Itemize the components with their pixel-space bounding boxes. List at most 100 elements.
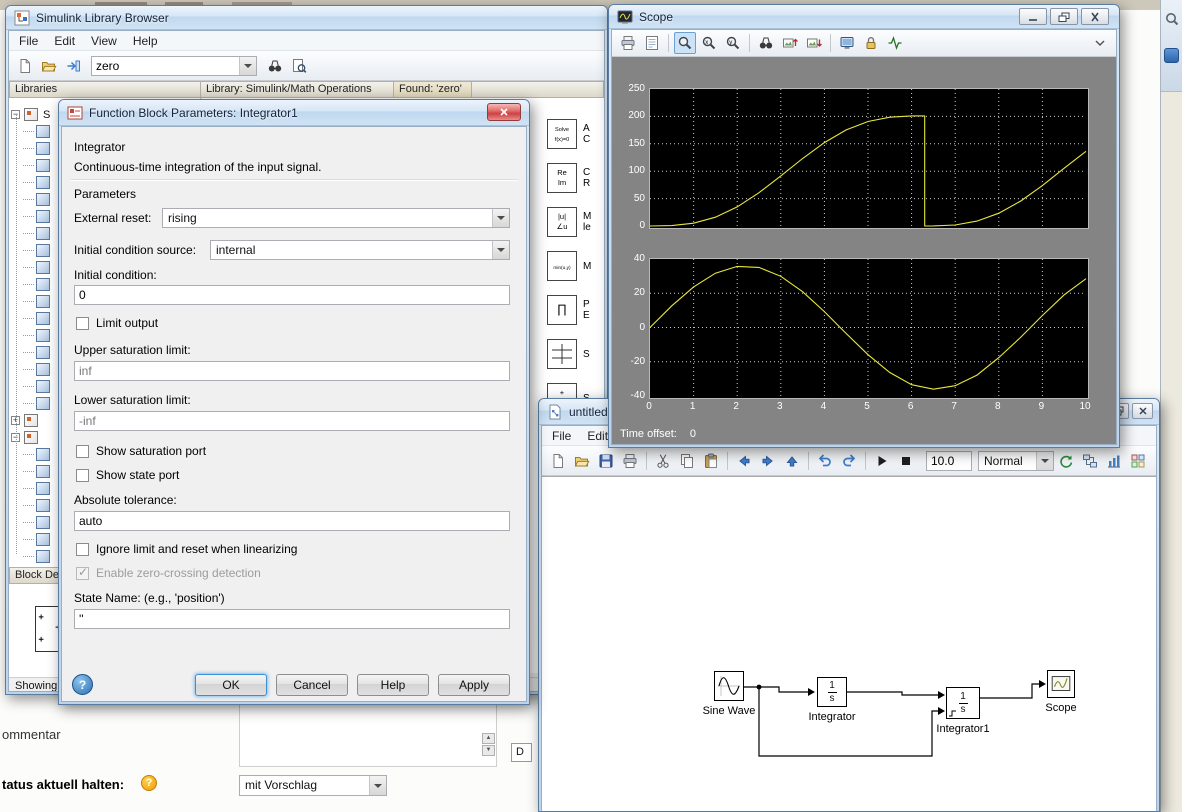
- block-integrator1[interactable]: 1s: [946, 687, 980, 719]
- zoom-icon[interactable]: [674, 32, 696, 54]
- app-icon[interactable]: [1164, 48, 1179, 63]
- block-scope[interactable]: [1047, 670, 1075, 698]
- dropdown-arrow-icon[interactable]: [239, 56, 256, 75]
- chart-icon[interactable]: [1103, 450, 1125, 472]
- scope-plot-area: Time offset: 0 0 50 100 150 200 250 -40 -20 0 20 4…: [612, 57, 1116, 444]
- save-view-icon[interactable]: [779, 32, 801, 54]
- lower-saturation-input[interactable]: [74, 411, 510, 431]
- undo-icon[interactable]: [814, 450, 836, 472]
- absolute-tolerance-input[interactable]: [74, 511, 510, 531]
- state-name-input[interactable]: [74, 609, 510, 629]
- library-browser-titlebar[interactable]: Simulink Library Browser: [6, 6, 607, 30]
- dropdown-arrow-icon[interactable]: [492, 209, 509, 227]
- redo-icon[interactable]: [838, 450, 860, 472]
- back-icon[interactable]: [733, 450, 755, 472]
- sim-mode-select[interactable]: Normal: [978, 450, 1054, 471]
- help-button[interactable]: Help: [357, 674, 429, 696]
- stop-icon[interactable]: [895, 450, 917, 472]
- cancel-button[interactable]: Cancel: [276, 674, 348, 696]
- forward-icon[interactable]: [757, 450, 779, 472]
- open-model-icon[interactable]: [571, 450, 593, 472]
- paste-icon[interactable]: [700, 450, 722, 472]
- run-icon[interactable]: [871, 450, 893, 472]
- up-icon[interactable]: [781, 450, 803, 472]
- block-sine-wave[interactable]: [714, 671, 744, 701]
- menu-help[interactable]: Help: [125, 32, 166, 50]
- new-model-icon[interactable]: [547, 450, 569, 472]
- initial-condition-source-select[interactable]: internal: [210, 240, 510, 260]
- library-browser-icon[interactable]: [1127, 450, 1149, 472]
- cut-icon[interactable]: [652, 450, 674, 472]
- signal-trigger-icon[interactable]: [884, 32, 906, 54]
- dropdown-arrow-icon[interactable]: [492, 241, 509, 259]
- zoom-y-icon[interactable]: y: [722, 32, 744, 54]
- scroll-down-icon[interactable]: ▼: [482, 745, 495, 756]
- model-explorer-icon[interactable]: [1079, 450, 1101, 472]
- save-icon[interactable]: [595, 450, 617, 472]
- open-model-icon[interactable]: [38, 55, 60, 77]
- parameters-heading: Parameters: [74, 187, 137, 201]
- restore-view-icon[interactable]: [803, 32, 825, 54]
- dropdown-arrow-icon[interactable]: [1036, 451, 1053, 470]
- search-combobox[interactable]: [91, 55, 257, 76]
- menu-file[interactable]: File: [11, 32, 46, 50]
- sim-stop-time-input[interactable]: [926, 450, 972, 471]
- apply-button[interactable]: Apply: [438, 674, 510, 696]
- print-icon[interactable]: [617, 32, 639, 54]
- library-block-minmax[interactable]: min(u,y) M: [547, 246, 604, 286]
- search-input[interactable]: [92, 56, 239, 75]
- initial-condition-input[interactable]: [74, 285, 510, 305]
- dialog-help-icon[interactable]: ?: [72, 674, 93, 695]
- dock-icon[interactable]: [62, 55, 84, 77]
- autoscale-icon[interactable]: [755, 32, 777, 54]
- fragment-button[interactable]: D: [511, 743, 532, 762]
- scroll-up-icon[interactable]: ▲: [482, 733, 495, 744]
- library-tab[interactable]: Library: Simulink/Math Operations: [201, 81, 394, 98]
- time-offset: Time offset: 0: [620, 428, 696, 440]
- ignore-limit-checkbox[interactable]: [76, 543, 89, 556]
- zoom-x-icon[interactable]: x: [698, 32, 720, 54]
- library-block-magnitude-angle[interactable]: |u| ∠u Mle: [547, 202, 604, 242]
- block-integrator[interactable]: 1s: [817, 677, 847, 707]
- dropdown-arrow-icon[interactable]: [369, 776, 386, 795]
- print-icon[interactable]: [619, 450, 641, 472]
- scope-titlebar[interactable]: Scope: [609, 5, 1119, 29]
- restore-button[interactable]: [1050, 8, 1078, 25]
- suggestion-select[interactable]: mit Vorschlag: [239, 775, 387, 796]
- found-tab[interactable]: Found: 'zero': [394, 81, 472, 98]
- close-button[interactable]: [1132, 403, 1153, 419]
- library-icon: [36, 499, 50, 512]
- menu-chevron-icon[interactable]: [1089, 32, 1111, 54]
- find-icon[interactable]: [264, 55, 286, 77]
- dialog-titlebar[interactable]: Function Block Parameters: Integrator1: [59, 100, 529, 126]
- search-icon[interactable]: [1161, 8, 1182, 30]
- parameters-icon[interactable]: [641, 32, 663, 54]
- new-model-icon[interactable]: [14, 55, 36, 77]
- help-badge[interactable]: ?: [141, 775, 157, 791]
- copy-icon[interactable]: [676, 450, 698, 472]
- external-reset-select[interactable]: rising: [162, 208, 510, 228]
- show-saturation-checkbox[interactable]: [76, 445, 89, 458]
- menu-view[interactable]: View: [83, 32, 125, 50]
- close-button[interactable]: [487, 103, 521, 121]
- find-in-page-icon[interactable]: [288, 55, 310, 77]
- upper-saturation-input[interactable]: [74, 361, 510, 381]
- library-block-complex-to-real-imag[interactable]: Re Im C R: [547, 158, 604, 198]
- library-block-product-of-elements[interactable]: ∏ P E: [547, 290, 604, 330]
- menu-file[interactable]: File: [544, 427, 579, 445]
- lock-axes-icon[interactable]: [860, 32, 882, 54]
- model-canvas[interactable]: Sine Wave 1s Integrator 1s Integrator1 S…: [542, 476, 1156, 811]
- comment-textarea[interactable]: ▲ ▼: [239, 697, 497, 767]
- ok-button[interactable]: OK: [195, 674, 267, 696]
- float-scope-icon[interactable]: [836, 32, 858, 54]
- scope-axes-2[interactable]: [649, 258, 1089, 399]
- scope-axes-1[interactable]: [649, 88, 1089, 229]
- refresh-icon[interactable]: [1055, 450, 1077, 472]
- minimize-button[interactable]: [1019, 8, 1047, 25]
- library-block-algebraic-constraint[interactable]: Solve f(x)=0 A C: [547, 114, 604, 154]
- menu-edit[interactable]: Edit: [46, 32, 83, 50]
- limit-output-checkbox[interactable]: [76, 317, 89, 330]
- show-state-port-checkbox[interactable]: [76, 469, 89, 482]
- library-block-reshape[interactable]: S: [547, 334, 604, 374]
- close-button[interactable]: [1081, 8, 1109, 25]
